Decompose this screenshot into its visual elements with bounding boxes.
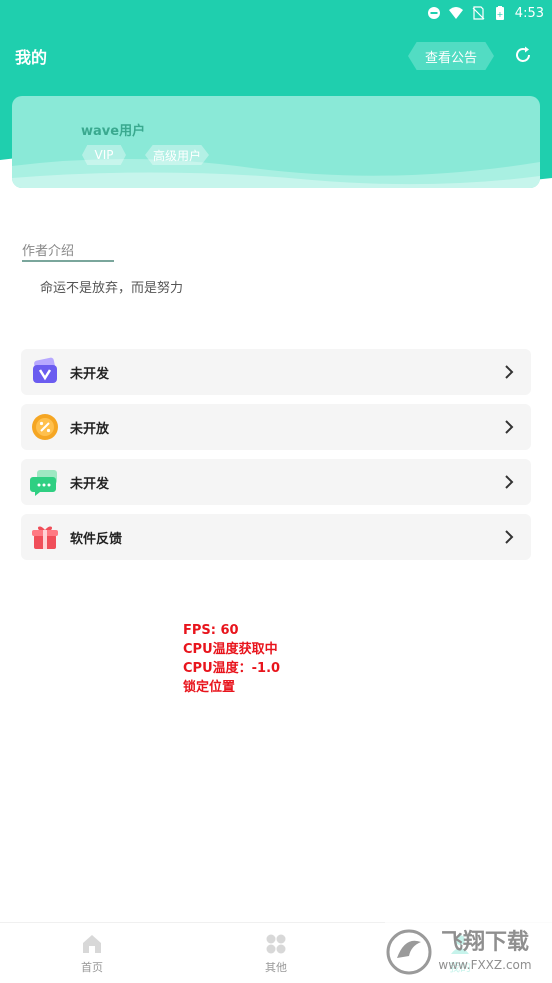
- cpu-status: CPU温度获取中: [183, 642, 278, 657]
- home-icon: [83, 935, 101, 953]
- debug-overlay: FPS: 60 CPU温度获取中 CPU温度：-1.0 锁定位置: [183, 621, 280, 697]
- menu-item-undeveloped-2[interactable]: 未开发: [21, 459, 531, 505]
- menu-label: 软件反馈: [70, 532, 123, 547]
- vip-tag: VIP: [82, 145, 126, 165]
- percent-coin-icon: [32, 414, 58, 440]
- view-notice-button[interactable]: 查看公告: [408, 42, 494, 70]
- status-time: 4:53: [514, 5, 544, 21]
- menu-item-feedback[interactable]: 软件反馈: [21, 514, 531, 560]
- chat-bubble-icon: [30, 470, 57, 496]
- menu-item-undeveloped-1[interactable]: 未开发: [21, 349, 531, 395]
- gift-icon: [32, 526, 58, 549]
- nav-other[interactable]: 其他: [246, 933, 306, 978]
- card-wave: [12, 158, 540, 188]
- battery-icon: +: [495, 6, 504, 20]
- chevron-right-icon: [505, 420, 514, 434]
- chevron-right-icon: [505, 365, 514, 379]
- refresh-button[interactable]: [512, 44, 534, 66]
- status-bar: + 4:53: [0, 0, 552, 26]
- menu-label: 未开放: [70, 422, 110, 437]
- svg-text:www.FXXZ.com: www.FXXZ.com: [438, 958, 531, 972]
- page-title: 我的: [15, 48, 48, 67]
- menu-label: 未开发: [70, 367, 110, 382]
- cpu-temperature: CPU温度：-1.0: [183, 661, 281, 676]
- wifi-icon: [448, 7, 463, 19]
- author-intro-text: 命运不是放弃，而是努力: [40, 281, 184, 296]
- chevron-right-icon: [505, 475, 514, 489]
- nav-home[interactable]: 首页: [62, 933, 122, 978]
- no-sim-icon: [472, 6, 485, 20]
- user-card[interactable]: wave用户 VIP 高级用户: [12, 96, 540, 188]
- user-level-tag: 高级用户: [145, 145, 209, 165]
- svg-text:+: +: [496, 10, 503, 19]
- svg-text:飞翔下载: 飞翔下载: [441, 929, 529, 955]
- dnd-icon: [427, 7, 440, 19]
- refresh-icon: [516, 46, 530, 62]
- v-badge-icon: [33, 357, 57, 383]
- chevron-right-icon: [505, 530, 514, 544]
- fxxz-watermark: 飞翔下载 www.FXXZ.com: [385, 922, 552, 983]
- intro-underline: [22, 260, 114, 262]
- nav-home-label: 首页: [81, 961, 103, 974]
- menu-label: 未开发: [70, 477, 110, 492]
- author-intro-label: 作者介绍: [22, 244, 75, 259]
- lock-position[interactable]: 锁定位置: [183, 678, 280, 697]
- nav-other-label: 其他: [265, 961, 287, 974]
- menu-item-unopened[interactable]: 未开放: [21, 404, 531, 450]
- grid-icon: [266, 934, 286, 954]
- user-name: wave用户: [81, 124, 146, 139]
- fps-readout: FPS: 60: [183, 623, 239, 638]
